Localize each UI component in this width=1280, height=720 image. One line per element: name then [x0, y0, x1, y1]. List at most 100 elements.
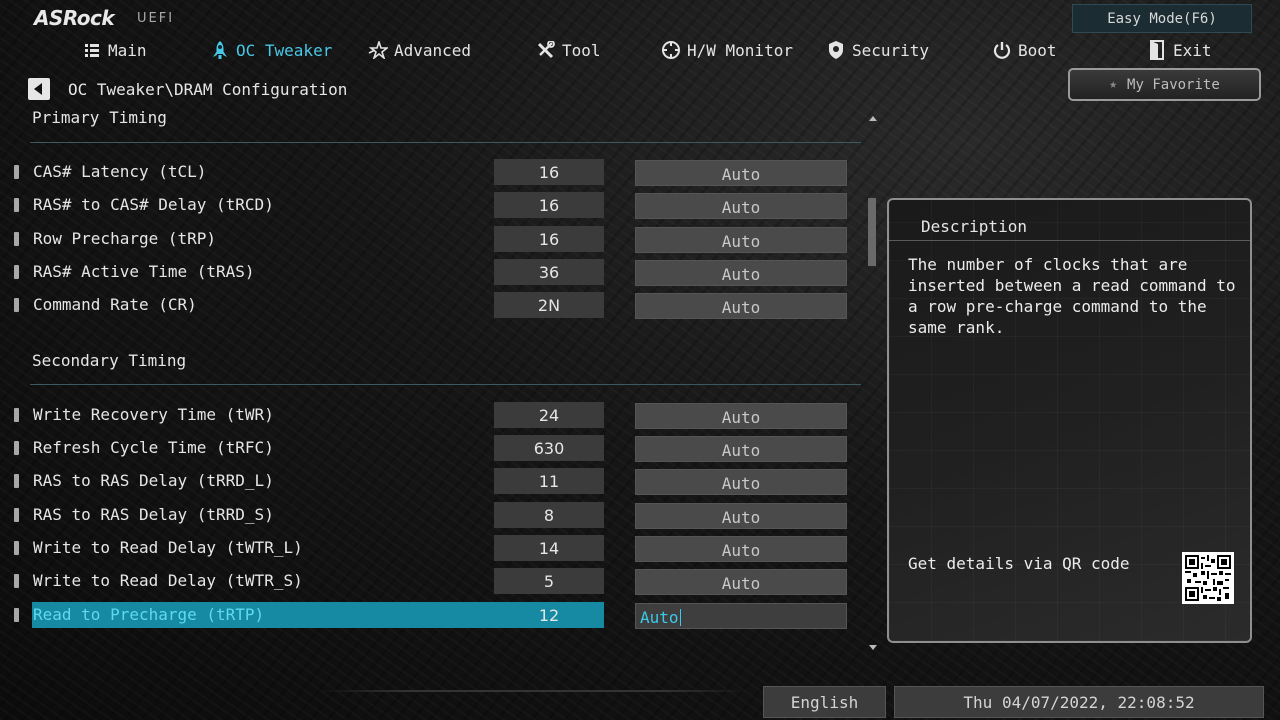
- row-bullet: [14, 232, 19, 246]
- setting-row-trtp[interactable]: Read to Precharge (tRTP) 12 Auto: [0, 602, 860, 629]
- footer-decoration: [320, 690, 750, 692]
- asrock-logo: ASRock: [34, 6, 115, 30]
- setting-row-trp[interactable]: Row Precharge (tRP) 16 Auto: [0, 226, 860, 253]
- setting-label: Read to Precharge (tRTP): [33, 605, 265, 624]
- monitor-icon: [661, 40, 681, 60]
- section-divider: [30, 384, 861, 385]
- scroll-up-arrow-icon[interactable]: [869, 116, 877, 121]
- qr-code-label: Get details via QR code: [908, 554, 1130, 573]
- setting-label: RAS to RAS Delay (tRRD_S): [33, 505, 274, 524]
- nav-exit[interactable]: Exit: [1147, 37, 1212, 63]
- setting-input[interactable]: Auto: [635, 469, 847, 495]
- settings-list: Primary Timing CAS# Latency (tCL) 16 Aut…: [0, 104, 880, 652]
- power-icon: [992, 40, 1012, 60]
- setting-current-value: 16: [494, 159, 604, 185]
- setting-current-value: 24: [494, 402, 604, 428]
- back-arrow-icon: [34, 83, 42, 95]
- back-button[interactable]: [28, 78, 50, 100]
- setting-current-value: 16: [494, 226, 604, 252]
- setting-label: RAS to RAS Delay (tRRD_L): [33, 471, 274, 490]
- row-bullet: [14, 165, 19, 179]
- row-bullet: [14, 441, 19, 455]
- description-header: Description: [889, 200, 1250, 241]
- setting-row-tras[interactable]: RAS# Active Time (tRAS) 36 Auto: [0, 259, 860, 286]
- setting-input-active[interactable]: Auto: [635, 603, 847, 629]
- nav-main[interactable]: Main: [82, 37, 147, 63]
- nav-advanced[interactable]: Advanced: [368, 37, 471, 63]
- setting-input[interactable]: Auto: [635, 293, 847, 319]
- setting-label: Write Recovery Time (tWR): [33, 405, 274, 424]
- description-panel: Description The number of clocks that ar…: [887, 198, 1252, 643]
- nav-oc-tweaker-label: OC Tweaker: [236, 40, 333, 60]
- setting-input[interactable]: Auto: [635, 260, 847, 286]
- qr-code-icon: [1182, 552, 1234, 604]
- setting-current-value: 630: [494, 435, 604, 461]
- my-favorite-button[interactable]: ★ My Favorite: [1068, 68, 1261, 101]
- row-bullet: [14, 574, 19, 588]
- datetime-display: Thu 04/07/2022, 22:08:52: [894, 686, 1264, 718]
- star-icon: ★: [1109, 77, 1118, 92]
- setting-row-twtr-l[interactable]: Write to Read Delay (tWTR_L) 14 Auto: [0, 535, 860, 562]
- my-favorite-label: My Favorite: [1127, 76, 1220, 93]
- scrollbar-thumb[interactable]: [868, 198, 876, 266]
- setting-row-cr[interactable]: Command Rate (CR) 2N Auto: [0, 292, 860, 319]
- setting-input[interactable]: Auto: [635, 569, 847, 595]
- setting-label: CAS# Latency (tCL): [33, 162, 207, 181]
- tools-icon: [536, 40, 556, 60]
- main-nav: Main OC Tweaker Advanced Tool H/W Monito…: [0, 37, 1280, 63]
- setting-row-twtr-s[interactable]: Write to Read Delay (tWTR_S) 5 Auto: [0, 568, 860, 595]
- setting-input[interactable]: Auto: [635, 403, 847, 429]
- nav-oc-tweaker[interactable]: OC Tweaker: [210, 37, 332, 63]
- scrollbar[interactable]: [866, 114, 878, 652]
- setting-label: RAS# Active Time (tRAS): [33, 262, 255, 281]
- setting-input[interactable]: Auto: [635, 536, 847, 562]
- setting-row-trfc[interactable]: Refresh Cycle Time (tRFC) 630 Auto: [0, 435, 860, 462]
- row-bullet: [14, 541, 19, 555]
- setting-current-value: 2N: [494, 292, 604, 318]
- setting-label: Row Precharge (tRP): [33, 229, 217, 248]
- nav-boot[interactable]: Boot: [992, 37, 1057, 63]
- setting-row-trcd[interactable]: RAS# to CAS# Delay (tRCD) 16 Auto: [0, 192, 860, 219]
- exit-icon: [1147, 40, 1167, 60]
- text-cursor: [679, 609, 681, 626]
- star-icon: [368, 40, 388, 60]
- row-bullet: [14, 508, 19, 522]
- setting-input[interactable]: Auto: [635, 503, 847, 529]
- setting-input[interactable]: Auto: [635, 436, 847, 462]
- setting-row-trrd-l[interactable]: RAS to RAS Delay (tRRD_L) 11 Auto: [0, 468, 860, 495]
- setting-current-value: 36: [494, 259, 604, 285]
- breadcrumb-path: OC Tweaker\DRAM Configuration: [68, 79, 348, 99]
- row-bullet: [14, 608, 19, 622]
- nav-hw-monitor[interactable]: H/W Monitor: [661, 37, 793, 63]
- nav-boot-label: Boot: [1018, 40, 1057, 60]
- nav-advanced-label: Advanced: [394, 40, 472, 60]
- setting-current-value: 8: [494, 502, 604, 528]
- list-icon: [82, 40, 102, 60]
- setting-label: Command Rate (CR): [33, 295, 197, 314]
- easy-mode-button[interactable]: Easy Mode(F6): [1072, 4, 1252, 33]
- uefi-label: UEFI: [137, 11, 175, 26]
- setting-input[interactable]: Auto: [635, 193, 847, 219]
- section-title-secondary: Secondary Timing: [32, 351, 187, 370]
- section-divider: [30, 142, 861, 143]
- setting-current-value: 14: [494, 535, 604, 561]
- row-bullet: [14, 265, 19, 279]
- scroll-down-arrow-icon[interactable]: [869, 645, 877, 650]
- row-bullet: [14, 198, 19, 212]
- rocket-icon: [210, 40, 230, 60]
- nav-exit-label: Exit: [1173, 40, 1212, 60]
- nav-security-label: Security: [852, 40, 930, 60]
- row-bullet: [14, 408, 19, 422]
- setting-input[interactable]: Auto: [635, 227, 847, 253]
- nav-main-label: Main: [108, 40, 147, 60]
- setting-label: RAS# to CAS# Delay (tRCD): [33, 195, 274, 214]
- setting-input[interactable]: Auto: [635, 160, 847, 186]
- setting-row-trrd-s[interactable]: RAS to RAS Delay (tRRD_S) 8 Auto: [0, 502, 860, 529]
- setting-row-tcl[interactable]: CAS# Latency (tCL) 16 Auto: [0, 159, 860, 186]
- shield-icon: [826, 40, 846, 60]
- nav-security[interactable]: Security: [826, 37, 929, 63]
- language-selector[interactable]: English: [763, 686, 886, 718]
- setting-row-twr[interactable]: Write Recovery Time (tWR) 24 Auto: [0, 402, 860, 429]
- nav-tool[interactable]: Tool: [536, 37, 601, 63]
- setting-label: Write to Read Delay (tWTR_L): [33, 538, 303, 557]
